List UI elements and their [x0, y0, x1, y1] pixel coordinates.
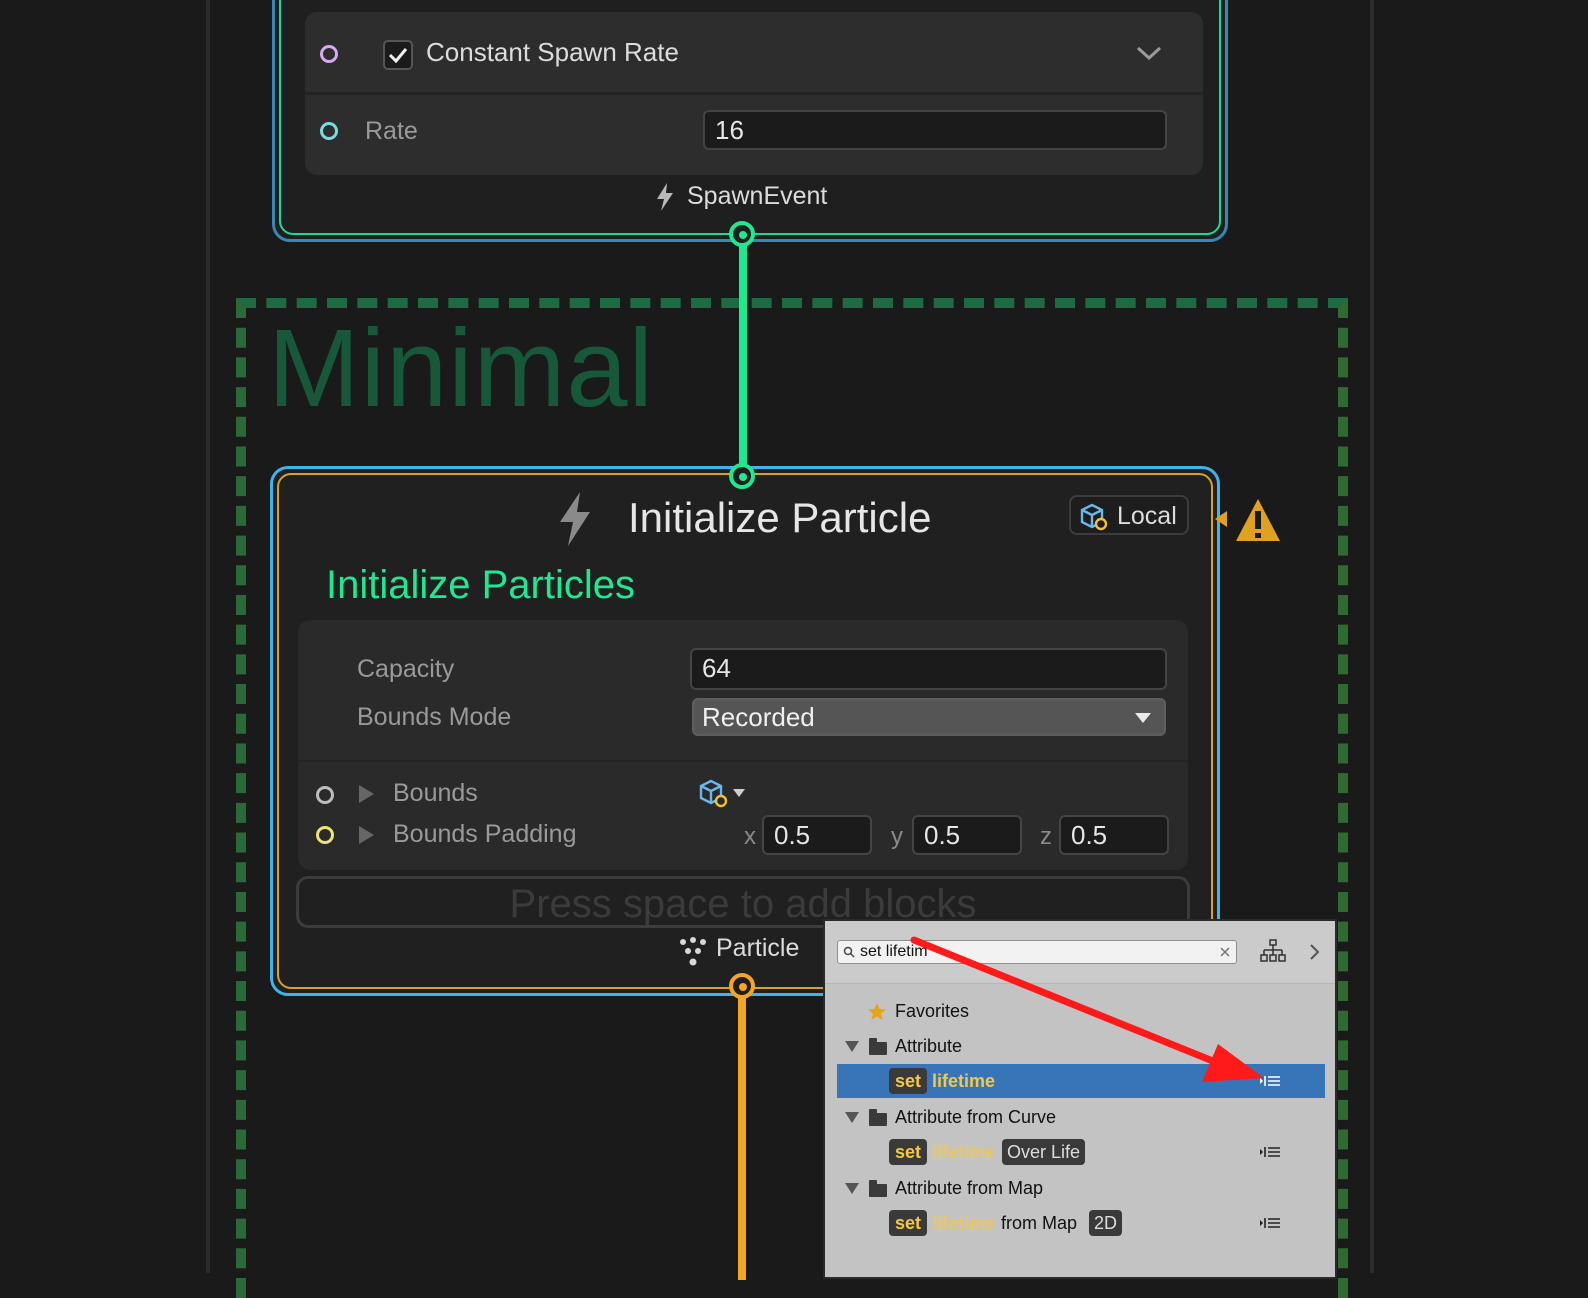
- set-tag: set: [889, 1210, 928, 1236]
- group-title[interactable]: Minimal: [268, 305, 654, 432]
- dropdown-arrow-icon: [1135, 713, 1151, 723]
- list-item-entry[interactable]: set lifetime from Map 2D: [837, 1206, 1325, 1240]
- particle-icon: [680, 937, 706, 966]
- bounds-mode-dropdown[interactable]: Recorded: [692, 698, 1166, 736]
- padding-y-field[interactable]: 0.5: [912, 815, 1022, 855]
- chevron-right-icon[interactable]: [1309, 943, 1321, 961]
- list-item-folder[interactable]: Attribute from Map: [837, 1171, 1325, 1205]
- context-title: Initialize Particle: [628, 494, 932, 541]
- local-space-icon: [1080, 503, 1108, 531]
- capacity-field[interactable]: 64: [690, 648, 1167, 690]
- bounds-padding-port[interactable]: [316, 826, 334, 844]
- warning-icon[interactable]: [1213, 495, 1283, 545]
- spawn-event-label: SpawnEvent: [687, 182, 828, 210]
- z-label: z: [1040, 823, 1052, 850]
- flow-link[interactable]: [739, 238, 747, 478]
- block-enabled-checkbox[interactable]: [383, 40, 413, 70]
- canvas-divider-right: [1370, 0, 1374, 1273]
- spawn-output-anchor[interactable]: [729, 221, 755, 247]
- bounds-port[interactable]: [316, 786, 334, 804]
- padding-z-field[interactable]: 0.5: [1059, 815, 1169, 855]
- rate-field[interactable]: 16: [703, 110, 1167, 150]
- details-icon[interactable]: [1259, 1217, 1281, 1229]
- y-label: y: [891, 823, 903, 850]
- lightning-icon: [560, 492, 590, 546]
- init-output-anchor[interactable]: [729, 973, 755, 999]
- list-item-folder[interactable]: Attribute from Curve: [837, 1100, 1325, 1134]
- attribute-name: lifetime: [932, 1142, 996, 1162]
- star-icon: [868, 1003, 886, 1020]
- folder-icon: [869, 1038, 887, 1055]
- search-icon: [843, 946, 855, 958]
- collapse-arrow-icon[interactable]: [845, 1183, 859, 1194]
- constant-spawn-rate-block[interactable]: Constant Spawn Rate Rate 16: [305, 12, 1203, 175]
- folder-icon: [869, 1109, 887, 1126]
- bounds-padding-label: Bounds Padding: [393, 820, 577, 848]
- init-input-anchor[interactable]: [729, 463, 755, 489]
- entry-mid-text: from Map: [1001, 1213, 1078, 1233]
- panel-divider: [298, 760, 1188, 762]
- x-label: x: [744, 823, 756, 850]
- padding-x-field[interactable]: 0.5: [762, 815, 872, 855]
- list-item-entry[interactable]: set lifetime Over Life: [837, 1135, 1325, 1169]
- expand-arrow-icon[interactable]: [359, 826, 374, 844]
- set-tag: set: [889, 1139, 928, 1165]
- folder-icon: [869, 1180, 887, 1197]
- rate-label: Rate: [365, 117, 418, 145]
- attribute-name: lifetime: [932, 1213, 996, 1233]
- output-label: Particle: [716, 934, 800, 962]
- space-cube-icon[interactable]: [698, 778, 750, 810]
- bounds-label: Bounds: [393, 779, 478, 807]
- rate-port[interactable]: [320, 122, 338, 140]
- bounds-mode-label: Bounds Mode: [357, 703, 512, 731]
- chevron-down-icon[interactable]: [1136, 45, 1162, 61]
- bounds-mode-value: Recorded: [702, 702, 815, 732]
- suffix-tag: Over Life: [1002, 1139, 1086, 1165]
- particle-flow-link[interactable]: [738, 990, 746, 1280]
- block-title: Constant Spawn Rate: [426, 37, 679, 67]
- block-header: Constant Spawn Rate: [305, 12, 1203, 95]
- collapse-arrow-icon[interactable]: [845, 1112, 859, 1123]
- input-port[interactable]: [320, 45, 338, 63]
- annotation-arrow: [910, 936, 1264, 1082]
- suffix-tag: 2D: [1089, 1210, 1123, 1236]
- canvas-divider-left: [206, 0, 210, 1273]
- expand-arrow-icon[interactable]: [359, 785, 374, 803]
- collapse-arrow-icon[interactable]: [845, 1041, 859, 1052]
- folder-label: Attribute from Curve: [895, 1107, 1057, 1127]
- space-label: Local: [1117, 502, 1177, 530]
- folder-label: Attribute from Map: [895, 1178, 1044, 1198]
- capacity-label: Capacity: [357, 655, 455, 683]
- details-icon[interactable]: [1259, 1146, 1281, 1158]
- lightning-icon: [657, 183, 673, 211]
- space-toggle-button[interactable]: Local: [1069, 495, 1189, 535]
- block-title: Initialize Particles: [326, 563, 636, 607]
